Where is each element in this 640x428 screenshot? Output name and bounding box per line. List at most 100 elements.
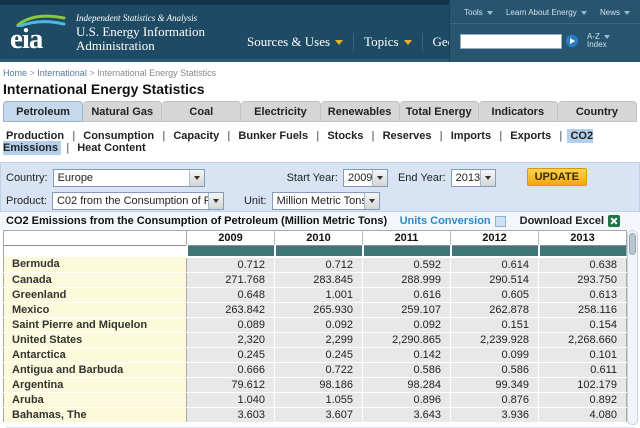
search-input[interactable] [460,33,562,49]
nav-item-topics[interactable]: Topics [354,34,421,50]
country-cell: Antigua and Barbuda [3,362,187,378]
teal-cell [449,245,539,258]
table-corner-cell [3,230,187,246]
end-year-select-value: 2013 [455,172,480,184]
chevron-down-icon [623,10,630,15]
subnav-item-exports[interactable]: Exports [507,129,554,143]
data-table: 2009 2010 2011 2012 2013 Bermuda 0.712 0.712 0.… [3,230,627,423]
value-cell: 0.142 [362,347,451,363]
chevron-down-icon [580,10,587,15]
value-cell: 0.712 [274,256,363,273]
country-cell: Argentina [3,377,187,393]
teal-cell [273,245,363,258]
product-select[interactable]: C02 from the Consumption of Petroleum [51,192,224,210]
country-cell: Saint Pierre and Miquelon [3,317,187,333]
value-cell: 0.876 [450,392,539,408]
country-cell: Antarctica [3,347,187,363]
page: eia Independent Statistics & Analysis U.… [0,0,640,428]
teal-cell [537,245,627,258]
header-right-panel: Tools Learn About Energy News A-Z Index [449,0,640,62]
end-year-select[interactable]: 2013 [450,169,496,187]
subnav-separator: | [496,130,506,142]
country-cell: Aruba [3,392,187,408]
value-cell: 0.613 [538,287,627,303]
value-cell: 0.614 [450,256,539,273]
value-cell: 1.040 [186,392,275,408]
update-button[interactable]: UPDATE [526,168,587,186]
table-row: Greenland 0.648 1.001 0.616 0.605 0.613 [3,287,627,303]
units-conversion-link[interactable]: Units Conversion [400,215,491,227]
nav-item-label: Topics [364,34,399,49]
table-row: Canada 271.768 283.845 288.999 290.514 293.75… [3,272,627,288]
value-cell: 259.107 [362,302,451,318]
value-cell: 0.586 [450,362,539,378]
az-index-line-2: Index [587,40,607,49]
value-cell: 283.845 [274,272,363,288]
search-arrow-icon [570,38,575,44]
tab-petroleum[interactable]: Petroleum [3,101,84,122]
eia-logo[interactable]: eia [10,11,70,57]
year-header-2012: 2012 [450,230,539,246]
country-cell: Bermuda [3,256,187,273]
vertical-scrollbar[interactable] [627,230,638,425]
value-cell: 0.592 [362,256,451,273]
value-cell: 2,299 [274,332,363,348]
value-cell: 99.349 [450,377,539,393]
nav-item-sources-uses[interactable]: Sources & Uses [237,34,353,50]
subnav-item-bunker-fuels[interactable]: Bunker Fuels [235,129,311,143]
value-cell: 2,320 [186,332,275,348]
scrollbar-thumb[interactable] [629,233,636,255]
tab-coal[interactable]: Coal [162,101,242,122]
chevron-down-icon [335,39,344,45]
tagline: Independent Statistics & Analysis [76,13,198,23]
subnav-item-reserves[interactable]: Reserves [380,129,435,143]
subnav-item-stocks[interactable]: Stocks [324,129,366,143]
utility-item-learn-about-energy[interactable]: Learn About Energy [506,8,587,17]
utility-item-label: News [599,8,620,17]
tab-natural-gas[interactable]: Natural Gas [83,101,163,122]
country-select[interactable]: Europe [52,169,205,187]
value-cell: 0.586 [362,362,451,378]
value-cell: 102.179 [538,377,627,393]
value-cell: 3.603 [186,407,275,423]
value-cell: 3.643 [362,407,451,423]
value-cell: 0.245 [274,347,363,363]
utility-item-news[interactable]: News [600,8,630,17]
data-table-viewport: 2009 2010 2011 2012 2013 Bermuda 0.712 0.712 0.… [3,230,640,425]
az-index-link[interactable]: A-Z Index [587,33,610,49]
value-cell: 0.712 [186,256,275,273]
country-cell: Canada [3,272,187,288]
search-submit-button[interactable] [565,34,579,48]
subnav-item-capacity[interactable]: Capacity [170,129,222,143]
unit-select[interactable]: Million Metric Tons [271,192,380,210]
value-cell: 0.648 [186,287,275,303]
subnav-separator: | [368,130,378,142]
site-header: eia Independent Statistics & Analysis U.… [0,0,640,62]
tab-indicators[interactable]: Indicators [478,101,558,122]
utility-item-tools[interactable]: Tools [464,8,493,17]
value-cell: 1.001 [274,287,363,303]
teal-cell [185,245,275,258]
breadcrumb-link-international[interactable]: International [37,68,87,78]
tab-total-energy[interactable]: Total Energy [399,101,479,122]
value-cell: 0.605 [450,287,539,303]
eia-logo-text: eia [10,23,43,55]
subnav-item-imports[interactable]: Imports [448,129,494,143]
breadcrumb-link-home[interactable]: Home [3,68,27,78]
excel-icon[interactable] [608,215,620,227]
tab-electricity[interactable]: Electricity [241,101,321,122]
table-row: Aruba 1.040 1.055 0.896 0.876 0.892 [3,392,627,408]
start-year-select[interactable]: 2009 [342,169,388,187]
tab-country[interactable]: Country [557,101,637,122]
start-year-label: Start Year: [286,172,338,184]
product-select-value: C02 from the Consumption of Petroleum [56,195,208,207]
tab-bar: Petroleum Natural Gas Coal Electricity Renew… [3,101,637,122]
download-excel-link[interactable]: Download Excel [520,215,604,227]
value-cell: 258.116 [538,302,627,318]
country-label: Country: [6,172,48,184]
tab-renewables[interactable]: Renewables [320,101,400,122]
units-conversion-icon[interactable] [494,215,506,227]
country-select-value: Europe [57,172,94,184]
subnav-item-heat-content[interactable]: Heat Content [74,141,148,155]
chevron-down-icon [188,170,204,186]
